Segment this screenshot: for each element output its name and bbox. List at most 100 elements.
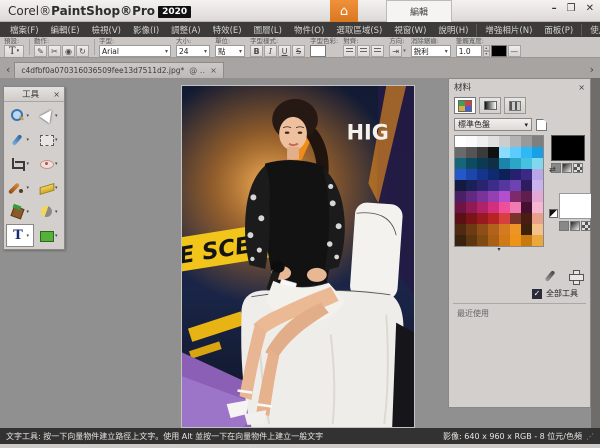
align-right-icon[interactable] xyxy=(371,45,384,57)
menu-item[interactable]: 面板(P) xyxy=(538,24,579,36)
palette-swatch[interactable] xyxy=(499,202,510,213)
menu-item[interactable]: 選取區域(S) xyxy=(330,24,388,36)
direction-button[interactable]: ⇥ xyxy=(389,45,402,57)
palette-expand-icon[interactable]: ▾ xyxy=(454,247,544,253)
palette-swatch[interactable] xyxy=(521,169,532,180)
add-color-icon[interactable] xyxy=(569,270,582,283)
palette-swatch[interactable] xyxy=(488,158,499,169)
palette-swatch[interactable] xyxy=(466,147,477,158)
palette-swatch[interactable] xyxy=(510,180,521,191)
palette-swatch[interactable] xyxy=(488,136,499,147)
stroke-width-spinner[interactable]: ▴▾ xyxy=(483,45,490,57)
palette-swatch[interactable] xyxy=(510,147,521,158)
line-style-button[interactable]: — xyxy=(508,45,521,57)
palette-swatch[interactable] xyxy=(488,169,499,180)
font-color-swatch[interactable] xyxy=(310,45,326,57)
palette-swatch[interactable] xyxy=(477,169,488,180)
fill-tool[interactable]: ▾ xyxy=(6,200,34,223)
palette-select[interactable]: 標準色盤▾ xyxy=(454,118,532,131)
palette-swatch[interactable] xyxy=(521,136,532,147)
selection-tool[interactable]: ▾ xyxy=(35,128,63,151)
palette-swatch[interactable] xyxy=(455,202,466,213)
palette-swatch[interactable] xyxy=(477,191,488,202)
lighting-tool[interactable]: ▾ xyxy=(35,200,63,223)
palette-swatch[interactable] xyxy=(532,180,543,191)
tool-flyout-arrow-icon[interactable]: ▾ xyxy=(55,233,58,239)
strikethrough-button[interactable]: S xyxy=(292,45,305,57)
palette-swatch[interactable] xyxy=(510,202,521,213)
home-tab[interactable]: ⌂ xyxy=(330,0,358,22)
size-select[interactable]: 24▾ xyxy=(176,45,210,57)
palette-swatch[interactable] xyxy=(510,169,521,180)
palette-swatch[interactable] xyxy=(477,235,488,246)
palette-swatch[interactable] xyxy=(521,202,532,213)
palette-swatch[interactable] xyxy=(477,202,488,213)
stroke-color-swatch[interactable] xyxy=(491,45,507,57)
palette-swatch[interactable] xyxy=(499,158,510,169)
palette-swatch[interactable] xyxy=(532,191,543,202)
menu-item[interactable]: 使用者介面(U) xyxy=(581,24,600,36)
stroke-width-input[interactable]: 1.0 xyxy=(456,45,482,57)
document-tab[interactable]: c4dfbf0a070316036509fee13d7511d2.jpg* @ … xyxy=(14,62,223,78)
palette-swatch[interactable] xyxy=(521,191,532,202)
palette-swatch[interactable] xyxy=(455,213,466,224)
palette-swatch[interactable] xyxy=(477,158,488,169)
palette-swatch[interactable] xyxy=(455,169,466,180)
resize-grip[interactable]: ⋰ xyxy=(586,432,594,441)
palette-swatch[interactable] xyxy=(466,202,477,213)
palette-swatch[interactable] xyxy=(455,224,466,235)
new-palette-icon[interactable] xyxy=(536,119,547,131)
units-select[interactable]: 點▾ xyxy=(215,45,245,57)
palette-swatch[interactable] xyxy=(499,147,510,158)
fg-gradient-mode-icon[interactable] xyxy=(562,163,572,173)
palette-swatch[interactable] xyxy=(521,180,532,191)
menu-item[interactable]: 視窗(W) xyxy=(388,24,432,36)
mixer-tab[interactable] xyxy=(504,97,526,114)
palette-swatch[interactable] xyxy=(521,158,532,169)
antialias-select[interactable]: 銳利▾ xyxy=(411,45,451,57)
menu-item[interactable]: 圖層(L) xyxy=(248,24,288,36)
gradient-tab[interactable] xyxy=(479,97,501,114)
palette-swatch[interactable] xyxy=(521,213,532,224)
document-close-icon[interactable]: × xyxy=(210,66,217,75)
palette-swatch[interactable] xyxy=(466,180,477,191)
palette-swatch[interactable] xyxy=(510,158,521,169)
tool-flyout-arrow-icon[interactable]: ▾ xyxy=(55,209,58,215)
tabs-scroll-left-icon[interactable]: ‹ xyxy=(4,63,14,78)
palette-swatch[interactable] xyxy=(499,180,510,191)
palette-swatch[interactable] xyxy=(499,235,510,246)
palette-swatch[interactable] xyxy=(466,235,477,246)
tools-panel-close-icon[interactable]: × xyxy=(53,90,60,99)
restore-button[interactable]: ❐ xyxy=(567,3,576,14)
text-tool[interactable]: T▾ xyxy=(6,224,34,247)
edit-tab[interactable]: 編輯 xyxy=(386,0,452,22)
palette-swatch[interactable] xyxy=(488,147,499,158)
swatches-tab[interactable] xyxy=(454,97,476,114)
tool-flyout-arrow-icon[interactable]: ▾ xyxy=(26,185,29,191)
palette-swatch[interactable] xyxy=(455,235,466,246)
palette-swatch[interactable] xyxy=(499,136,510,147)
foreground-color-swatch[interactable] xyxy=(551,135,585,161)
palette-swatch[interactable] xyxy=(466,169,477,180)
palette-swatch[interactable] xyxy=(510,136,521,147)
palette-swatch[interactable] xyxy=(477,147,488,158)
materials-panel-close-icon[interactable]: × xyxy=(578,83,585,92)
tool-flyout-arrow-icon[interactable]: ▾ xyxy=(55,137,58,143)
palette-swatch[interactable] xyxy=(510,213,521,224)
palette-swatch[interactable] xyxy=(477,180,488,191)
menu-item[interactable]: 檢視(V) xyxy=(86,24,127,36)
palette-swatch[interactable] xyxy=(532,136,543,147)
bg-gradient-mode-icon[interactable] xyxy=(570,221,580,231)
bg-pattern-mode-icon[interactable] xyxy=(581,221,591,231)
palette-swatch[interactable] xyxy=(532,224,543,235)
align-left-icon[interactable] xyxy=(343,45,356,57)
palette-swatch[interactable] xyxy=(455,180,466,191)
palette-swatch[interactable] xyxy=(488,191,499,202)
image-canvas[interactable]: 7 HIG E SCEN xyxy=(181,85,415,428)
menu-item[interactable]: 調整(A) xyxy=(165,24,206,36)
palette-swatch[interactable] xyxy=(521,224,532,235)
palette-swatch[interactable] xyxy=(532,158,543,169)
palette-swatch[interactable] xyxy=(510,224,521,235)
menu-item[interactable]: 說明(H) xyxy=(432,24,474,36)
palette-swatch[interactable] xyxy=(466,213,477,224)
